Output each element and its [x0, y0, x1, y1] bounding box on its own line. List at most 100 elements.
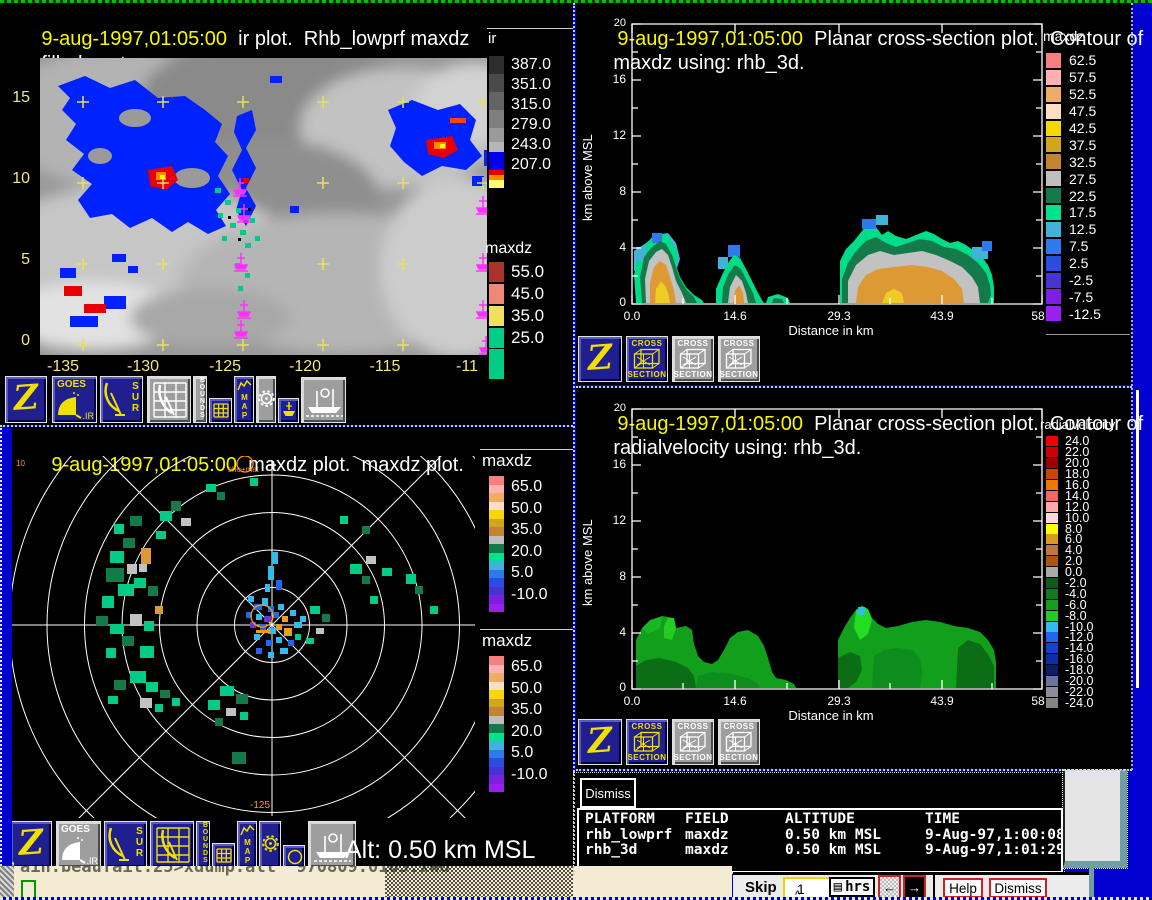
color-swatch	[489, 284, 504, 304]
x-tick: 14.6	[723, 694, 746, 708]
map-button[interactable]: MAP	[234, 376, 254, 423]
x-tick: -11	[456, 358, 478, 376]
satellite-dish-icon	[60, 836, 86, 864]
radar-grid-icon	[155, 826, 191, 864]
colorbar-entry: 55.0	[489, 261, 544, 283]
scrollbar-line[interactable]	[1136, 390, 1139, 688]
colorbar-entry: 22.5	[1046, 187, 1101, 204]
ship-button[interactable]	[301, 377, 346, 423]
color-swatch	[1046, 239, 1061, 254]
x-tick: 58	[1031, 309, 1044, 323]
colorbar-entry: 17.5	[1046, 204, 1101, 221]
colorbar-value: -24.0	[1065, 696, 1094, 710]
panel-separator	[0, 425, 573, 427]
colorbar-entry: 35.0	[489, 305, 544, 327]
goes-ir-button[interactable]: GOES .IR	[52, 376, 97, 423]
step-forward-button[interactable]: →	[903, 875, 926, 899]
step-back-button[interactable]: ←	[878, 875, 901, 899]
maxdz-colorbar: 55.045.035.025.0	[489, 261, 544, 349]
surveillance-radar-button[interactable]: SUR	[100, 376, 143, 423]
colorbar-entry: 52.5	[1046, 86, 1101, 103]
gear-button[interactable]	[259, 821, 281, 868]
gear-icon	[258, 390, 275, 407]
window-edge	[0, 428, 12, 866]
time-control-strip: Skip ^ ▤ hrs ← → Help Dismiss	[733, 872, 1091, 900]
color-swatch	[1046, 545, 1058, 555]
zebra-logo-button[interactable]: Z	[10, 821, 52, 868]
colorbar-entry: 42.5	[1046, 120, 1101, 137]
colorbar-value: 32.5	[1069, 154, 1096, 170]
legend-divider	[487, 28, 573, 29]
radar-grid-button[interactable]	[150, 821, 194, 868]
hours-unit-button[interactable]: ▤ hrs	[829, 877, 875, 897]
radar-antenna-icon	[107, 826, 131, 864]
bounds-button[interactable]: BOUNDS	[193, 376, 207, 423]
window-border-fragment	[1089, 868, 1094, 900]
map-button[interactable]: MAP	[237, 821, 257, 868]
map-icon	[240, 824, 255, 837]
colorbar-value: 2.5	[1069, 255, 1088, 271]
x-tick: 29.3	[827, 694, 850, 708]
colorbar-value: 279.0	[511, 116, 551, 134]
colorbar-values: 65.050.035.020.05.0-10.0	[511, 658, 547, 784]
colorbar-value: 52.5	[1069, 86, 1096, 102]
y-tick: 8	[594, 569, 626, 583]
cube-icon	[633, 731, 661, 753]
background-window[interactable]	[1063, 770, 1127, 868]
color-swatch	[1046, 53, 1061, 68]
color-swatch	[1046, 578, 1058, 588]
zebra-logo-button[interactable]: Z	[5, 376, 47, 423]
help-button[interactable]: Help	[943, 878, 983, 898]
cross-section-button-2[interactable]: CROSS SECTION	[672, 719, 714, 765]
cross-section-button-1[interactable]: CROSS SECTION	[626, 719, 668, 765]
colorbar-swatches	[489, 656, 504, 792]
y-tick: 0	[594, 680, 626, 694]
circle-button[interactable]	[283, 845, 305, 868]
surveillance-radar-button[interactable]: SUR	[104, 821, 147, 868]
zebra-logo-button[interactable]: Z	[578, 719, 622, 765]
colorbar-values: 65.050.035.020.05.0-10.0	[511, 478, 547, 604]
ir-colorbar: 387.0351.0315.0279.0243.0207.0	[489, 56, 569, 191]
radar-grid-button[interactable]	[147, 376, 191, 423]
colorbar-entry: 27.5	[1046, 170, 1101, 187]
color-swatch	[1046, 289, 1061, 304]
zebra-logo-button[interactable]: Z	[578, 336, 622, 382]
dismiss-button[interactable]: Dismiss	[989, 878, 1047, 898]
radar-antenna-icon	[103, 381, 127, 419]
bounds-button[interactable]: BOUNDS	[196, 821, 210, 868]
colorbar-entry: 32.5	[1046, 153, 1101, 170]
cross-section-button-3[interactable]: CROSS SECTION	[718, 336, 760, 382]
x-tick: 0.0	[624, 309, 641, 323]
zebra-z-icon: Z	[578, 336, 622, 380]
cross-section-button-1[interactable]: CROSS SECTION	[626, 336, 668, 382]
color-swatch	[1046, 654, 1058, 664]
satellite-ir-canvas[interactable]	[40, 58, 487, 355]
cross-section-button-3[interactable]: CROSS SECTION	[718, 719, 760, 765]
panel-separator	[1131, 3, 1133, 770]
colorbar-value: 47.5	[1069, 103, 1096, 119]
color-swatch	[1046, 676, 1058, 686]
terminal-window[interactable]: ain:beaufait:25>xdump.all 970809.0105.xw…	[14, 866, 732, 897]
grid-button[interactable]	[212, 843, 235, 868]
x-tick: 43.9	[930, 694, 953, 708]
gear-button[interactable]	[256, 376, 276, 423]
buoy-button[interactable]	[278, 398, 299, 423]
panel-cross-section-radialvelocity: 9-aug-1997,01:05:00 Planar cross-section…	[576, 388, 1132, 769]
color-swatch	[489, 262, 504, 282]
status-dismiss-button[interactable]: Dismiss	[580, 778, 636, 808]
y-tick: 20	[594, 402, 626, 414]
grid-button[interactable]	[209, 398, 232, 423]
goes-ir-button[interactable]: GOES .IR	[56, 821, 101, 868]
colorbar-entry: -2.5	[1046, 272, 1101, 289]
color-swatch	[1046, 632, 1058, 642]
color-swatch	[1046, 698, 1058, 708]
x-tick: 0.0	[624, 694, 641, 708]
y-tick: 5	[0, 251, 30, 269]
cube-icon	[679, 731, 707, 753]
ir-legend-label: ir	[488, 30, 496, 47]
color-swatch	[1046, 273, 1061, 288]
colorbar-value: 62.5	[1069, 52, 1096, 68]
gear-icon	[262, 835, 279, 852]
cross-section-button-2[interactable]: CROSS SECTION	[672, 336, 714, 382]
ppi-radar-canvas[interactable]: sho+mat 10 -125	[10, 456, 475, 818]
